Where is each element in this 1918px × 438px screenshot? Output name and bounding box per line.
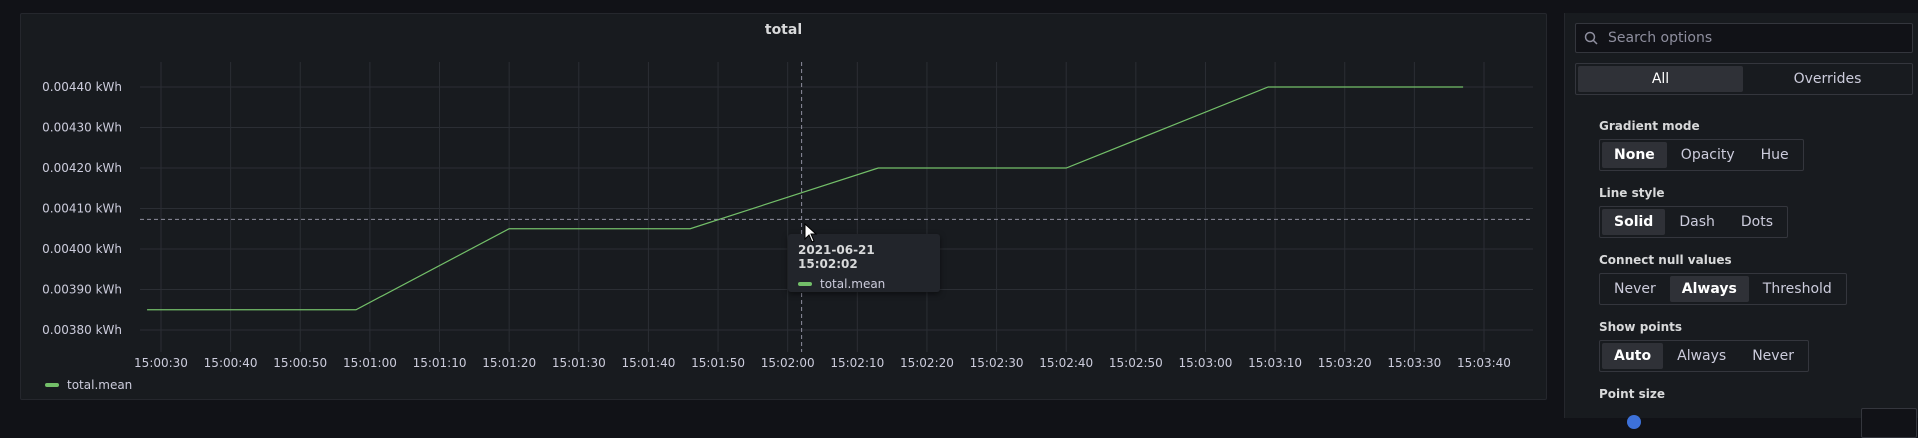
x-tick-label: 15:01:40: [621, 356, 675, 370]
gradient-mode-radio: None Opacity Hue: [1599, 139, 1804, 171]
x-tick-label: 15:02:00: [761, 356, 815, 370]
y-tick-label: 0.00390 kWh: [42, 283, 122, 297]
legend: total.mean: [45, 378, 132, 392]
gradient-hue-option[interactable]: Hue: [1749, 142, 1801, 168]
points-always-option[interactable]: Always: [1665, 343, 1738, 369]
line-dash-option[interactable]: Dash: [1667, 209, 1727, 235]
graph-panel: total 0.00380 kWh 0.00390 kWh 0.00400 kWh 0…: [20, 13, 1547, 400]
y-tick-label: 0.00380 kWh: [42, 323, 122, 337]
connect-null-label: Connect null values: [1599, 253, 1732, 267]
show-points-radio: Auto Always Never: [1599, 340, 1809, 372]
x-tick-label: 15:01:50: [691, 356, 745, 370]
show-points-label: Show points: [1599, 320, 1683, 334]
search-options-input[interactable]: [1606, 29, 1900, 47]
search-options-box: [1575, 23, 1913, 53]
point-size-label: Point size: [1599, 387, 1665, 401]
y-tick-label: 0.00410 kWh: [42, 202, 122, 216]
show-points-group: Show points Auto Always Never: [1599, 320, 1809, 372]
gradient-none-option[interactable]: None: [1602, 142, 1667, 168]
legend-color-swatch: [45, 383, 59, 387]
x-tick-label: 15:00:30: [134, 356, 188, 370]
points-never-option[interactable]: Never: [1740, 343, 1806, 369]
x-tick-label: 15:02:20: [900, 356, 954, 370]
connect-always-option[interactable]: Always: [1669, 276, 1749, 302]
points-auto-option[interactable]: Auto: [1602, 343, 1664, 369]
point-size-input[interactable]: [1861, 408, 1917, 438]
tooltip-time: 2021-06-21 15:02:02: [798, 243, 875, 271]
x-tick-label: 15:00:40: [204, 356, 258, 370]
tooltip-series-row: total.mean: [798, 277, 930, 291]
x-tick-label: 15:00:50: [273, 356, 327, 370]
legend-series-name[interactable]: total.mean: [67, 378, 132, 392]
x-tick-label: 15:03:40: [1457, 356, 1511, 370]
x-tick-label: 15:03:00: [1179, 356, 1233, 370]
x-tick-label: 15:01:00: [343, 356, 397, 370]
x-tick-label: 15:01:10: [413, 356, 467, 370]
y-tick-label: 0.00440 kWh: [42, 80, 122, 94]
tooltip-series-name: total.mean: [820, 277, 886, 291]
connect-null-radio: Never Always Threshold: [1599, 273, 1847, 305]
line-style-group: Line style Solid Dash Dots: [1599, 186, 1788, 238]
x-tick-label: 15:02:10: [830, 356, 884, 370]
line-solid-option[interactable]: Solid: [1602, 209, 1666, 235]
line-style-radio: Solid Dash Dots: [1599, 206, 1788, 238]
mouse-pointer-icon: [804, 223, 818, 243]
y-tick-label: 0.00420 kWh: [42, 161, 122, 175]
gradient-mode-label: Gradient mode: [1599, 119, 1700, 133]
connect-threshold-option[interactable]: Threshold: [1751, 276, 1844, 302]
y-tick-label: 0.00400 kWh: [42, 242, 122, 256]
x-tick-label: 15:03:20: [1318, 356, 1372, 370]
gradient-mode-group: Gradient mode None Opacity Hue: [1599, 119, 1804, 171]
connect-never-option[interactable]: Never: [1602, 276, 1668, 302]
x-tick-label: 15:01:30: [552, 356, 606, 370]
options-tabs: All Overrides: [1575, 63, 1913, 95]
time-series-chart[interactable]: 0.00380 kWh 0.00390 kWh 0.00400 kWh 0.00410…: [21, 14, 1548, 401]
point-size-slider-thumb[interactable]: [1627, 415, 1641, 429]
gradient-opacity-option[interactable]: Opacity: [1669, 142, 1747, 168]
x-tick-label: 15:03:10: [1248, 356, 1302, 370]
options-pane: All Overrides Gradient mode None Opacity…: [1564, 13, 1918, 438]
x-tick-label: 15:01:20: [482, 356, 536, 370]
tab-overrides[interactable]: Overrides: [1745, 66, 1910, 92]
line-style-label: Line style: [1599, 186, 1665, 200]
x-tick-label: 15:02:50: [1109, 356, 1163, 370]
line-dots-option[interactable]: Dots: [1729, 209, 1785, 235]
x-tick-label: 15:02:30: [970, 356, 1024, 370]
tooltip-color-swatch: [798, 282, 812, 286]
y-tick-label: 0.00430 kWh: [42, 121, 122, 135]
tab-all[interactable]: All: [1578, 66, 1743, 92]
x-tick-label: 15:02:40: [1039, 356, 1093, 370]
connect-null-group: Connect null values Never Always Thresho…: [1599, 253, 1847, 305]
point-size-group: Point size: [1599, 387, 1665, 407]
search-icon: [1584, 31, 1598, 45]
x-tick-label: 15:03:30: [1387, 356, 1441, 370]
